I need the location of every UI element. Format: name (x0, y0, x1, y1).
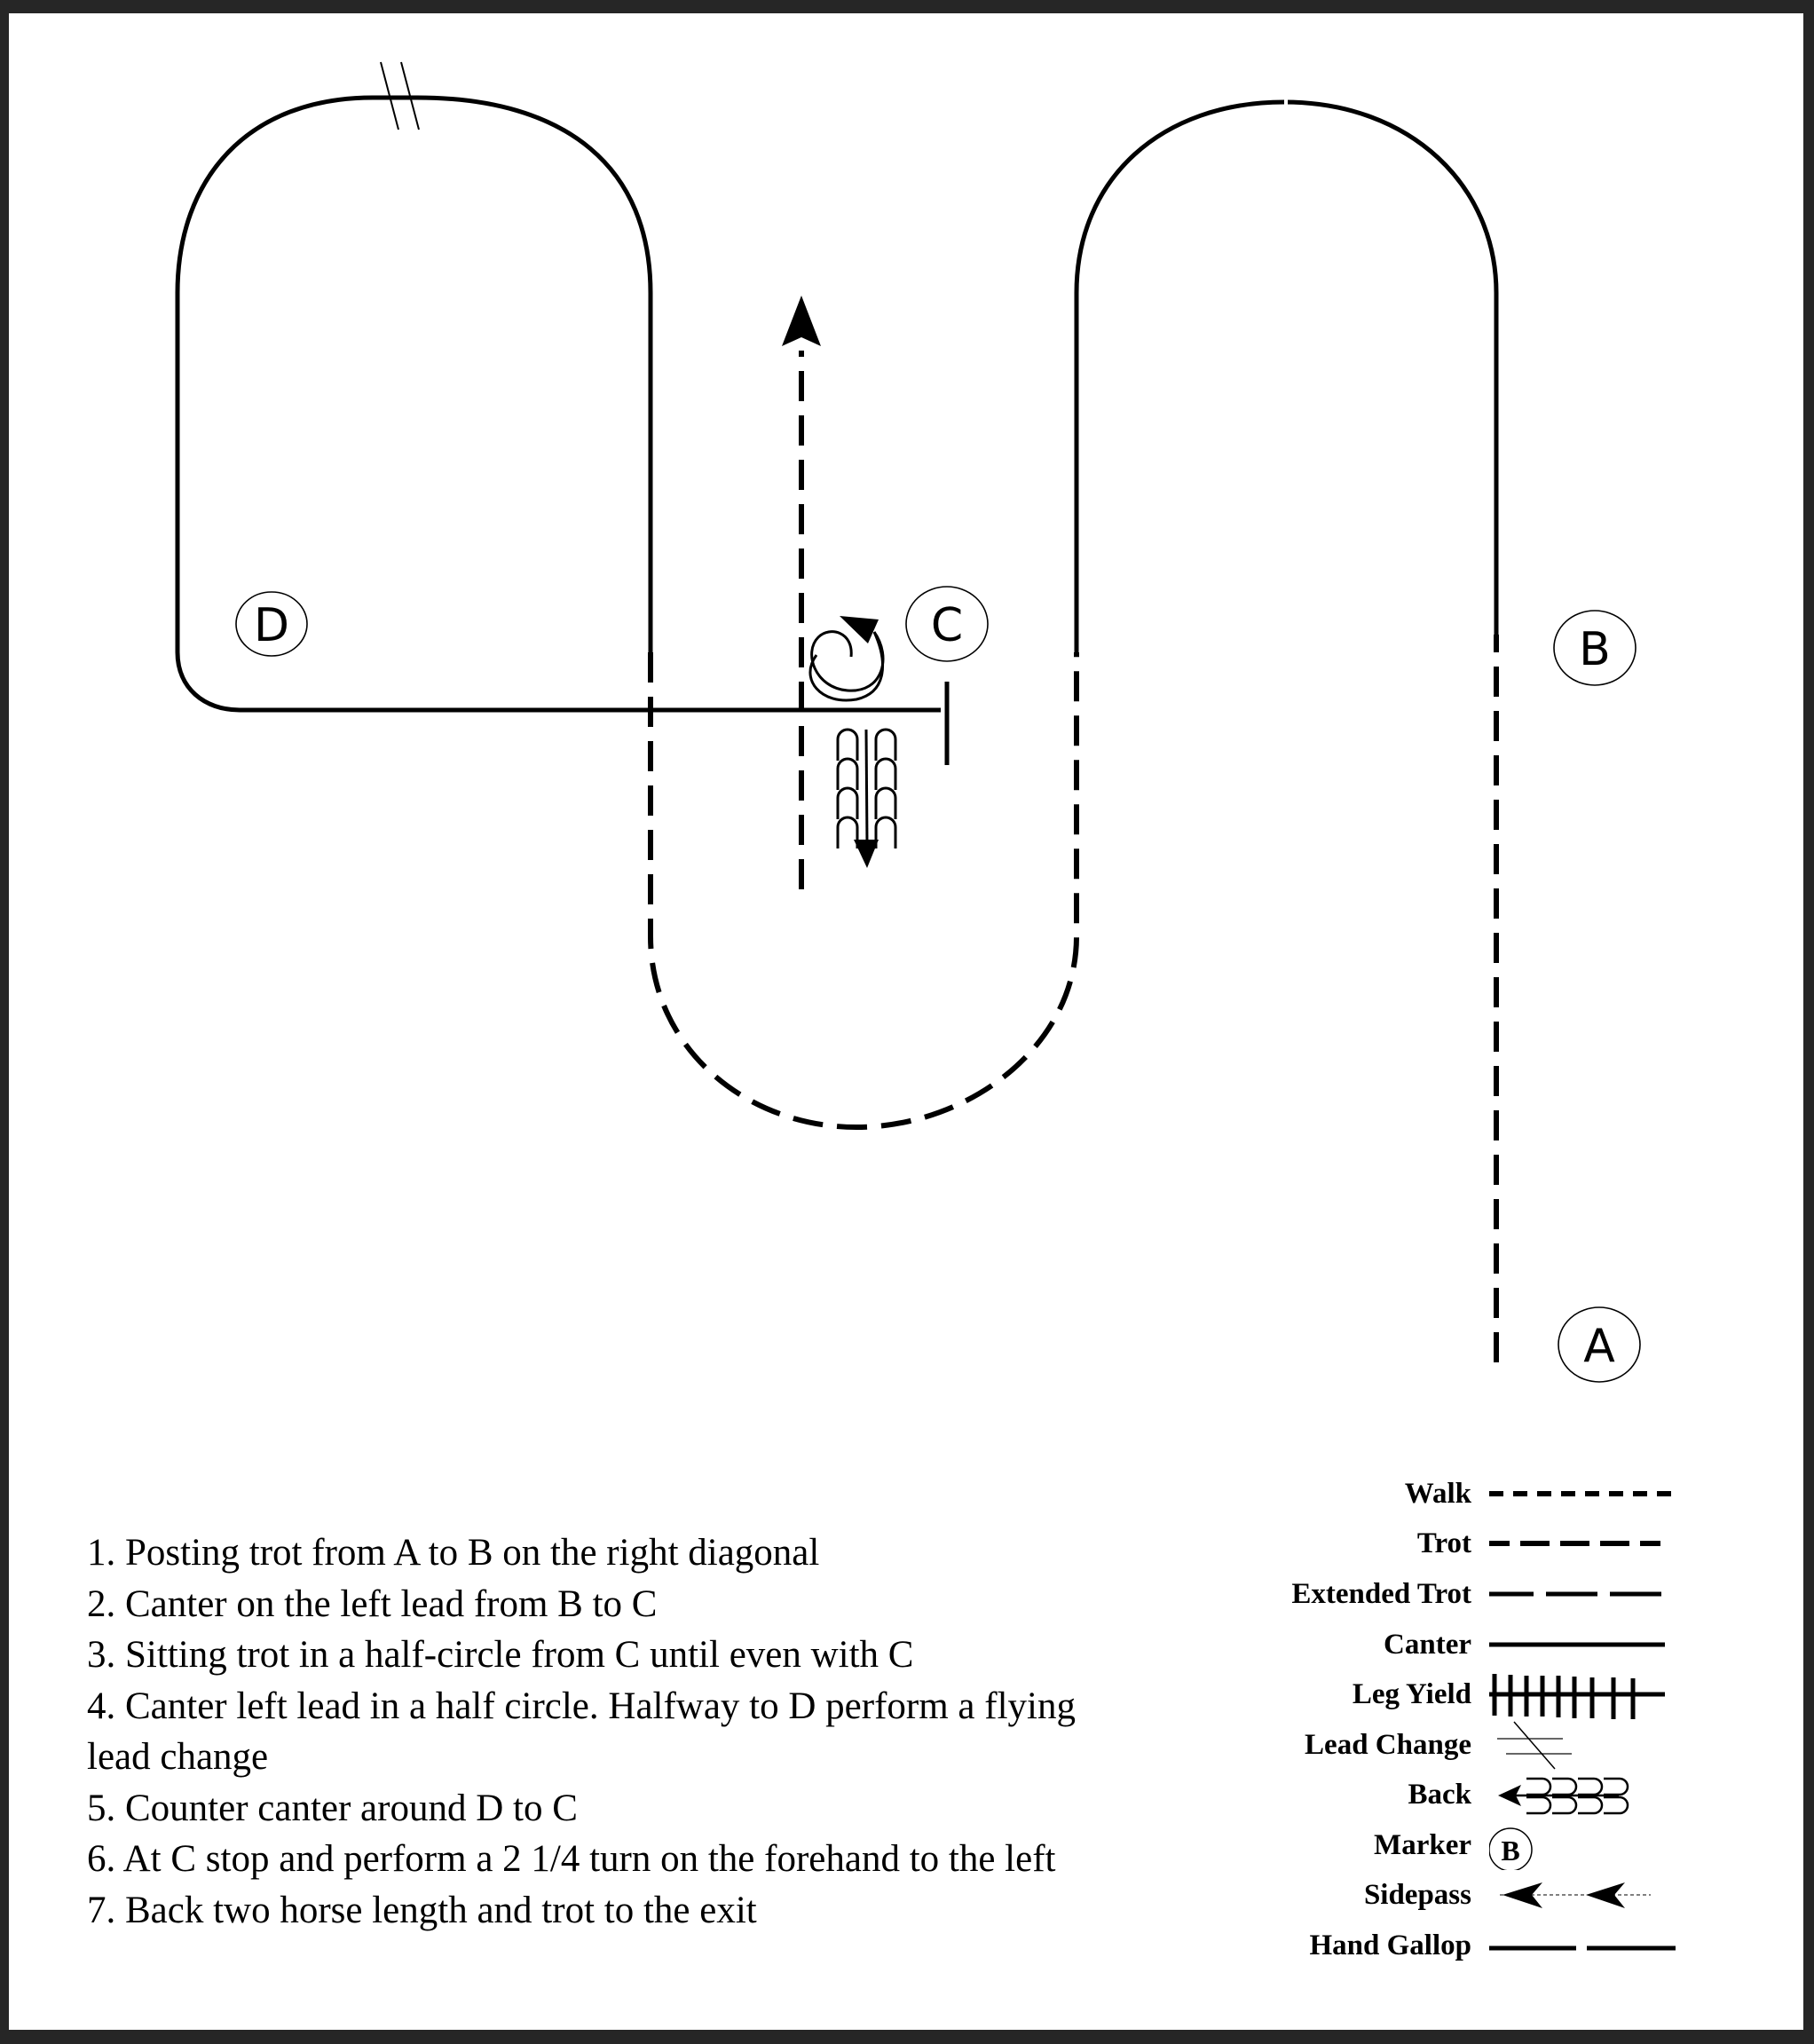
legend-item-canter: Canter (1189, 1620, 1757, 1669)
legend-item-marker: Marker B (1189, 1820, 1757, 1870)
back-arrow-icon (1498, 1777, 1629, 1815)
back-symbol (836, 728, 897, 848)
walk-line-icon (1489, 1491, 1674, 1496)
svg-text:D: D (254, 599, 289, 652)
leg-yield-line-icon (1489, 1674, 1665, 1719)
legend-item-back: Back (1189, 1770, 1757, 1819)
canter-path-right-loop (1074, 99, 1499, 652)
legend-label: Extended Trot (1291, 1578, 1471, 1610)
legend-label: Back (1408, 1779, 1471, 1811)
marker-d: D (235, 591, 308, 657)
turn-on-forehand-icon (808, 630, 885, 702)
legend-label: Lead Change (1305, 1729, 1471, 1761)
instructions-list: 1. Posting trot from A to B on the right… (87, 1527, 1152, 1936)
pattern-page: D C B A 1. Posting trot from A to B on t… (9, 13, 1803, 2030)
legend-label: Hand Gallop (1309, 1930, 1471, 1961)
instruction-step: 2. Canter on the left lead from B to C (87, 1582, 658, 1625)
instruction-step: 1. Posting trot from A to B on the right… (87, 1532, 820, 1574)
arrow-down-icon (854, 840, 879, 868)
marker-a: A (1558, 1306, 1641, 1383)
legend-label: Marker (1374, 1829, 1471, 1861)
svg-text:C: C (931, 599, 963, 652)
legend-label: Canter (1384, 1629, 1471, 1661)
instruction-step: 7. Back two horse length and trot to the… (87, 1889, 757, 1931)
legend-label: Trot (1416, 1527, 1471, 1559)
legend-item-leg-yield: Leg Yield (1189, 1669, 1757, 1719)
instruction-step: 5. Counter canter around D to C (87, 1787, 578, 1829)
legend-item-hand-gallop: Hand Gallop (1189, 1921, 1757, 1970)
instruction-step: 4. Canter left lead in a half circle. Ha… (87, 1685, 1076, 1779)
svg-text:A: A (1583, 1320, 1615, 1373)
legend-item-extended-trot: Extended Trot (1189, 1569, 1757, 1619)
svg-text:B: B (1501, 1835, 1519, 1866)
svg-text:B: B (1579, 623, 1611, 676)
instruction-step: 3. Sitting trot in a half-circle from C … (87, 1634, 914, 1676)
arrow-up-icon (782, 296, 821, 346)
arrow-turn-icon (840, 616, 879, 643)
marker-circle-icon: B (1489, 1827, 1533, 1870)
legend-item-sidepass: Sidepass (1189, 1870, 1757, 1920)
instruction-step: 6. At C stop and perform a 2 1/4 turn on… (87, 1838, 1056, 1880)
trot-path-half-circle (648, 652, 1079, 1131)
hand-gallop-line-icon (1489, 1945, 1676, 1951)
legend-label: Leg Yield (1352, 1678, 1471, 1710)
marker-c: C (905, 586, 989, 662)
extended-trot-line-icon (1489, 1591, 1663, 1597)
sidepass-arrow-icon (1500, 1882, 1651, 1908)
legend-item-walk: Walk (1189, 1469, 1757, 1519)
canter-line-icon (1489, 1642, 1665, 1647)
lead-change-icon (1497, 1721, 1572, 1770)
legend-label: Walk (1404, 1478, 1471, 1510)
legend-item-trot: Trot (1189, 1519, 1757, 1568)
legend-item-lead-change: Lead Change (1189, 1720, 1757, 1770)
trot-line-icon (1489, 1541, 1660, 1546)
marker-b: B (1553, 610, 1637, 686)
legend-label: Sidepass (1363, 1879, 1471, 1911)
